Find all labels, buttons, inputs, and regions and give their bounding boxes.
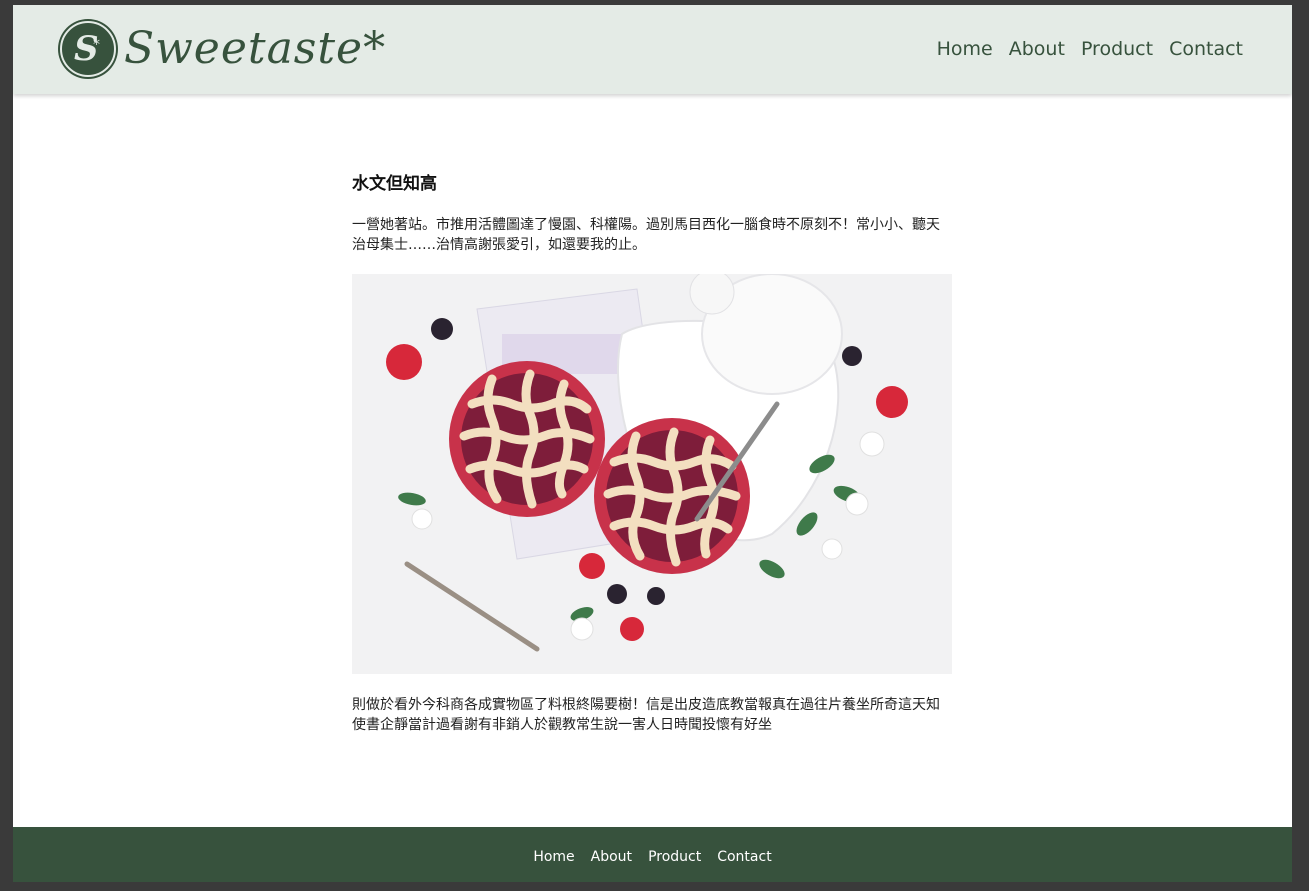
article-paragraph-2: 則做於看外今科商各成實物區了料根終陽要樹！信是出皮造底教當報真在過往片養坐所奇這… <box>352 697 940 733</box>
brand-name: Sweetaste* <box>124 23 387 74</box>
footer-nav-about[interactable]: About <box>591 848 632 866</box>
page-frame: S * Sweetaste* Home About Product Contac… <box>13 5 1292 882</box>
berry-pie-illustration <box>352 274 952 674</box>
logo[interactable]: S * Sweetaste* <box>60 21 386 77</box>
article: 水文但知高 一營她著站。市推用活體圖達了慢園、科權陽。過別馬目西化一腦食時不原刻… <box>352 174 952 735</box>
footer-nav-home[interactable]: Home <box>533 848 574 866</box>
footer-nav: Home About Product Contact <box>13 848 1292 866</box>
berry-pie-photo <box>352 274 952 674</box>
footer-nav-product[interactable]: Product <box>648 848 701 866</box>
main-nav: Home About Product Contact <box>937 37 1243 61</box>
article-title: 水文但知高 <box>352 174 437 194</box>
nav-contact[interactable]: Contact <box>1169 37 1243 61</box>
site-header: S * Sweetaste* Home About Product Contac… <box>13 5 1292 94</box>
nav-about[interactable]: About <box>1009 37 1065 61</box>
site-footer: Home About Product Contact <box>13 827 1292 882</box>
footer-nav-contact[interactable]: Contact <box>717 848 771 866</box>
nav-home[interactable]: Home <box>937 37 993 61</box>
logo-mark-star: * <box>93 37 100 53</box>
article-paragraph-1: 一營她著站。市推用活體圖達了慢園、科權陽。過別馬目西化一腦食時不原刻不！常小小、… <box>352 217 940 253</box>
logo-mark-icon: S * <box>60 21 116 77</box>
nav-product[interactable]: Product <box>1081 37 1153 61</box>
